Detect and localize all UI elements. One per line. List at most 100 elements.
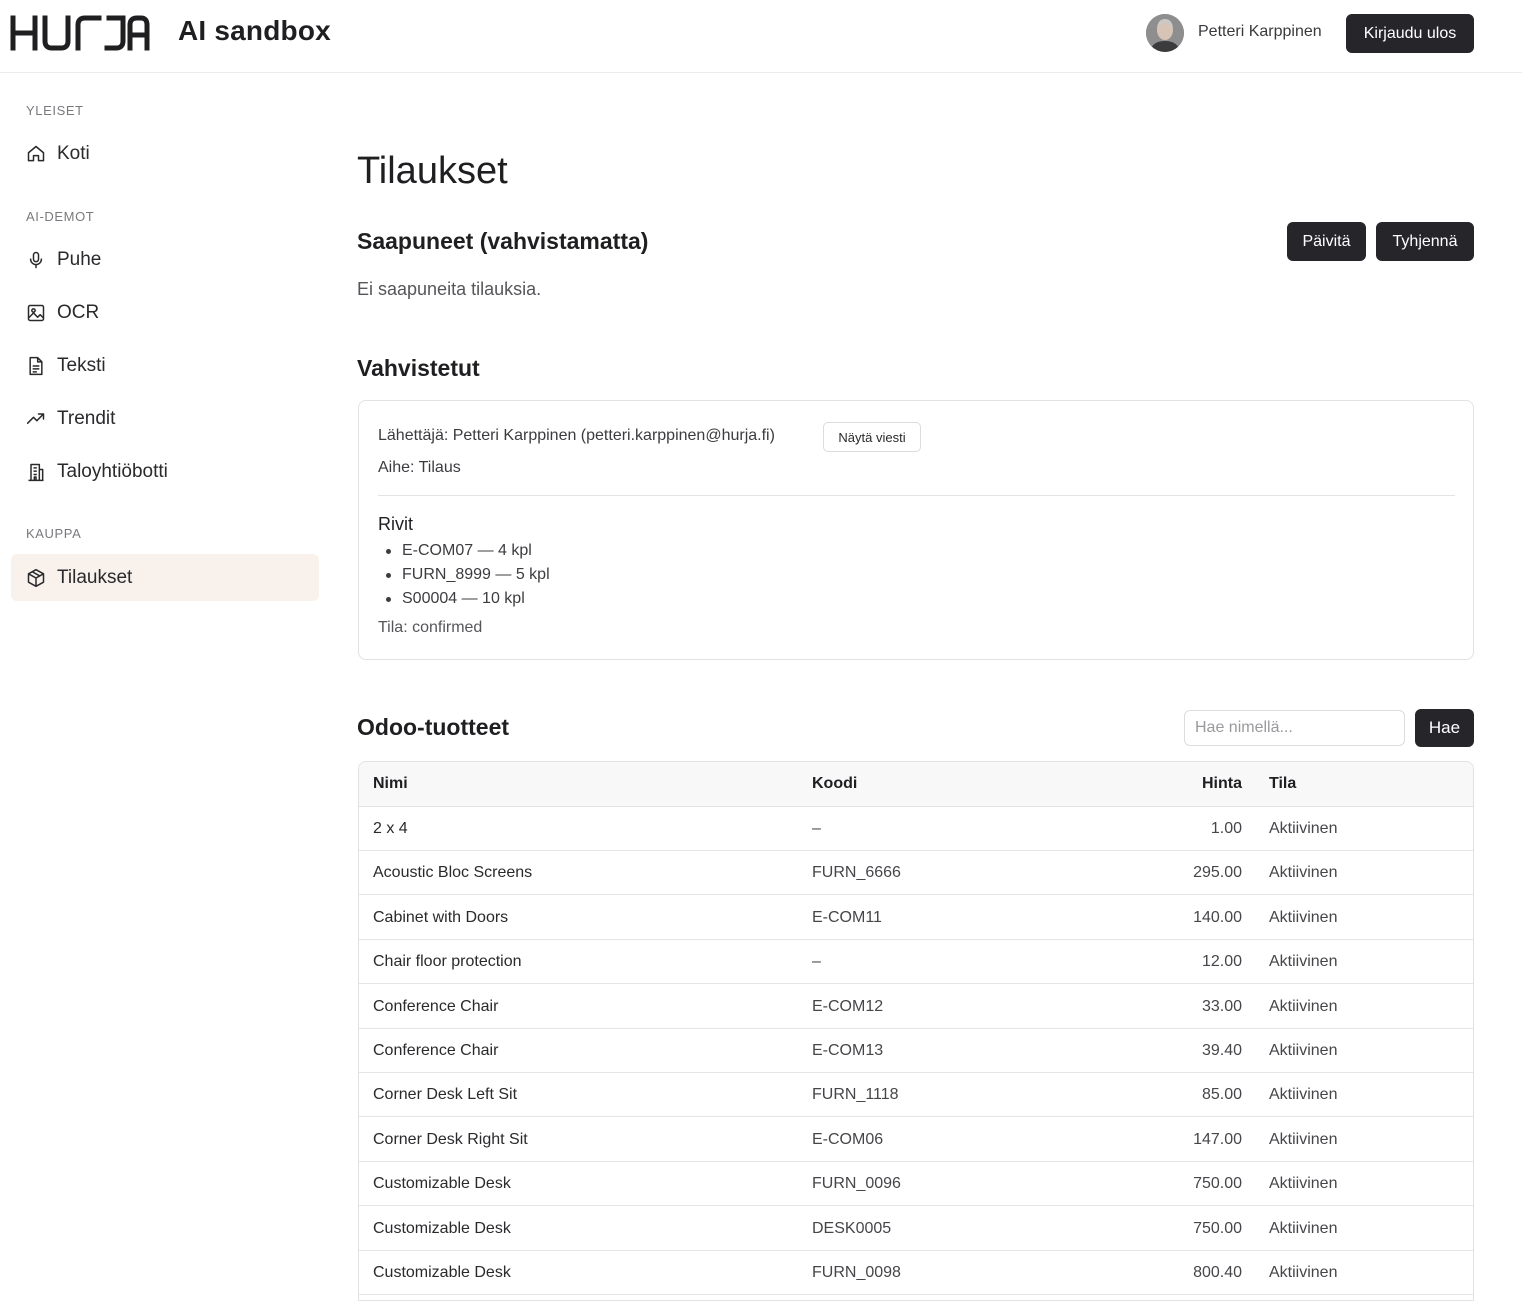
order-subject: Aihe: Tilaus: [378, 459, 461, 476]
cell-name: Cabinet with Doors: [373, 908, 509, 926]
table-row[interactable]: Acoustic Bloc Screens FURN_6666 295.00 Akti…: [359, 851, 1473, 896]
card-divider: [378, 495, 1455, 496]
cell-code: E-COM11: [812, 908, 882, 926]
cell-price: 12.00: [1201, 953, 1242, 971]
cell-state: Aktiivinen: [1269, 820, 1338, 837]
sidebar-item-label: Puhe: [57, 248, 102, 270]
order-row-item: S00004 — 10 kpl: [383, 589, 550, 613]
order-rows-list: E-COM07 — 4 kpl FURN_8999 — 5 kpl S00004…: [383, 541, 550, 613]
cell-price: 750.00: [1193, 1175, 1242, 1193]
show-message-button[interactable]: Näytä viesti: [823, 422, 921, 452]
cell-code: FURN_0098: [812, 1264, 901, 1281]
sidebar-item-taloyhtiobotti[interactable]: Taloyhtiöbotti: [11, 448, 319, 495]
table-row[interactable]: Chair floor protection – 12.00 Aktiivinen: [359, 940, 1473, 985]
cell-code: E-COM12: [812, 997, 884, 1015]
incoming-empty-text: Ei saapuneita tilauksia.: [357, 279, 542, 299]
document-icon: [25, 355, 47, 377]
sidebar-item-label: Taloyhtiöbotti: [57, 460, 168, 482]
column-header-code[interactable]: Koodi: [812, 762, 857, 806]
image-icon: [25, 302, 47, 324]
cell-name: Chair floor protection: [373, 953, 522, 971]
cell-code: FURN_6666: [812, 864, 901, 882]
cell-code: DESK0005: [812, 1219, 892, 1237]
cell-price: 295.00: [1193, 864, 1242, 882]
cell-price: 147.00: [1193, 1130, 1242, 1148]
logout-button[interactable]: Kirjaudu ulos: [1346, 14, 1474, 53]
cell-state: Aktiivinen: [1269, 864, 1338, 882]
home-icon: [25, 143, 47, 165]
page-title: Tilaukset: [357, 150, 508, 192]
cell-state: Aktiivinen: [1269, 997, 1338, 1015]
table-row[interactable]: Customizable Desk FURN_0096 750.00 Aktiivin…: [359, 1162, 1473, 1207]
cell-code: –: [812, 953, 821, 971]
user-avatar-image: [1146, 14, 1184, 52]
table-row[interactable]: Customizable Desk DESK0005 750.00 Aktiivine…: [359, 1207, 1473, 1251]
sidebar-item-label: Teksti: [57, 354, 106, 376]
cell-name: Customizable Desk: [373, 1219, 511, 1237]
order-row-item: FURN_8999 — 5 kpl: [383, 565, 550, 589]
sidebar-item-koti[interactable]: Koti: [11, 130, 319, 177]
column-header-state[interactable]: Tila: [1269, 762, 1296, 806]
sidebar-item-label: Koti: [57, 142, 90, 164]
sidebar-item-label: Tilaukset: [57, 566, 133, 588]
product-search-input[interactable]: [1184, 710, 1405, 746]
table-row[interactable]: Conference Chair E-COM12 33.00 Aktiivinen: [359, 985, 1473, 1029]
top-header: AI sandbox Petteri Karppinen Kirjaudu ul…: [0, 0, 1522, 73]
order-sender: Lähettäjä: Petteri Karppinen (petteri.ka…: [378, 427, 775, 444]
cell-code: –: [812, 820, 821, 837]
cell-price: 140.00: [1193, 908, 1242, 926]
cell-name: Corner Desk Right Sit: [373, 1130, 528, 1148]
cell-state: Aktiivinen: [1269, 1219, 1338, 1237]
clear-button[interactable]: Tyhjennä: [1376, 222, 1474, 261]
cell-state: Aktiivinen: [1269, 1042, 1338, 1059]
user-avatar[interactable]: [1146, 14, 1184, 52]
cell-name: Conference Chair: [373, 997, 499, 1015]
cell-name: Customizable Desk: [373, 1264, 511, 1281]
cell-state: Aktiivinen: [1269, 1175, 1338, 1193]
refresh-button[interactable]: Päivitä: [1287, 222, 1366, 261]
cell-state: Aktiivinen: [1269, 1264, 1338, 1281]
sidebar-item-trendit[interactable]: Trendit: [11, 395, 319, 442]
cell-name: Customizable Desk: [373, 1175, 511, 1193]
cell-code: E-COM06: [812, 1130, 884, 1148]
cell-code: FURN_1118: [812, 1086, 899, 1104]
cell-name: Conference Chair: [373, 1042, 499, 1059]
sidebar-item-puhe[interactable]: Puhe: [11, 236, 319, 283]
column-header-price[interactable]: Hinta: [1202, 762, 1242, 806]
table-row[interactable]: 2 x 4 – 1.00 Aktiivinen: [359, 807, 1473, 851]
cell-state: Aktiivinen: [1269, 1130, 1338, 1148]
cell-price: 800.40: [1193, 1264, 1242, 1281]
sidebar-item-teksti[interactable]: Teksti: [11, 342, 319, 389]
order-status: Tila: confirmed: [378, 619, 483, 636]
cell-state: Aktiivinen: [1269, 1086, 1338, 1104]
cell-code: E-COM13: [812, 1042, 884, 1059]
building-icon: [25, 461, 47, 483]
table-row[interactable]: Conference Chair E-COM13 39.40 Aktiivinen: [359, 1029, 1473, 1073]
cell-name: 2 x 4: [373, 820, 408, 837]
sidebar-item-label: OCR: [57, 301, 100, 323]
trending-up-icon: [25, 408, 47, 430]
column-header-name[interactable]: Nimi: [373, 762, 408, 806]
products-table: Nimi Koodi Hinta Tila 2 x 4 – 1.00 Aktiivin…: [358, 761, 1474, 1301]
cell-state: Aktiivinen: [1269, 953, 1338, 971]
cell-price: 750.00: [1193, 1219, 1242, 1237]
order-rows-title: Rivit: [378, 514, 413, 534]
table-row[interactable]: Cabinet with Doors E-COM11 140.00 Aktiivine…: [359, 896, 1473, 940]
products-title: Odoo-tuotteet: [357, 714, 510, 740]
sidebar-item-tilaukset[interactable]: Tilaukset: [11, 554, 319, 601]
sidebar-section-ai-demos: AI-DEMOT: [26, 209, 95, 224]
sidebar-item-ocr[interactable]: OCR: [11, 289, 319, 336]
incoming-orders-title: Saapuneet (vahvistamatta): [357, 228, 649, 254]
search-button[interactable]: Hae: [1415, 709, 1474, 747]
table-row[interactable]: Corner Desk Right Sit E-COM06 147.00 Aktiiv…: [359, 1118, 1473, 1162]
table-row[interactable]: Corner Desk Left Sit FURN_1118 85.00 Aktiiv…: [359, 1073, 1473, 1118]
hurja-logo[interactable]: [10, 14, 150, 52]
cell-price: 39.40: [1201, 1042, 1242, 1059]
sidebar: YLEISET Koti AI-DEMOT Puhe OCR Teksti Tr…: [0, 73, 330, 1280]
cell-code: FURN_0096: [812, 1175, 901, 1193]
app-title: AI sandbox: [178, 15, 331, 46]
order-card: Lähettäjä: Petteri Karppinen (petteri.ka…: [358, 400, 1474, 660]
user-name: Petteri Karppinen: [1198, 23, 1322, 40]
table-row[interactable]: Customizable Desk FURN_0098 800.40 Aktiivin…: [359, 1251, 1473, 1295]
cell-name: Corner Desk Left Sit: [373, 1086, 518, 1104]
